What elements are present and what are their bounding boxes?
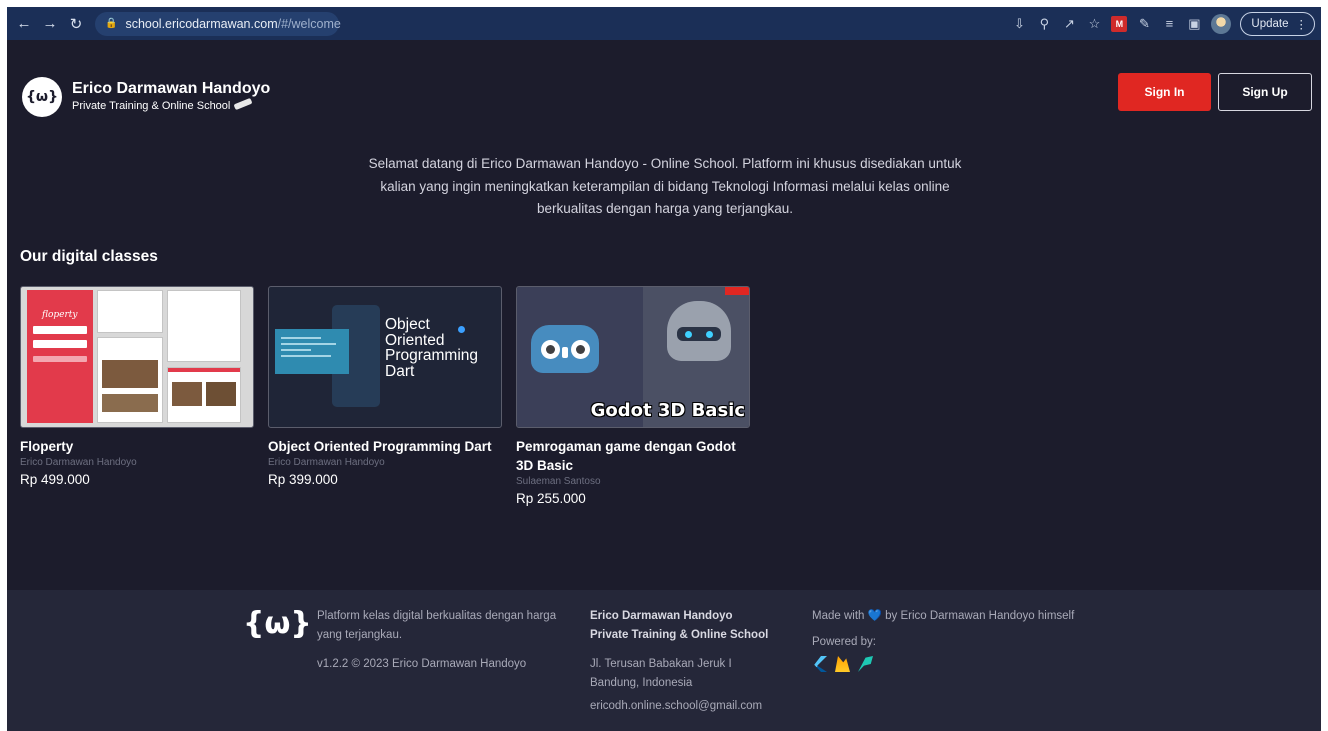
footer-tagline: Platform kelas digital berkualitas denga… xyxy=(317,610,557,641)
address-bar[interactable]: 🔒 school.ericodarmawan.com/#/welcome xyxy=(95,11,341,36)
extension-icon[interactable]: M xyxy=(1111,15,1128,32)
reading-list-icon[interactable]: ≡ xyxy=(1161,16,1177,32)
thumbnail-title: Godot 3D Basic xyxy=(590,400,745,421)
class-thumbnail[interactable]: floperty xyxy=(20,286,254,428)
class-author: Sulaeman Santoso xyxy=(516,476,601,487)
class-price: Rp 399.000 xyxy=(268,472,338,487)
corner-ribbon xyxy=(725,287,749,295)
robot-eye xyxy=(685,331,692,338)
class-card-oop-dart[interactable]: Object Oriented Programming Dart Object … xyxy=(268,286,502,487)
sign-in-button[interactable]: Sign In xyxy=(1118,73,1211,111)
house-image xyxy=(102,394,158,412)
toolbar-actions: ⇩ ⚲ ↗ ☆ M ✎ ≡ ▣ Update ⋮ xyxy=(1011,11,1315,36)
diploma-icon xyxy=(233,97,253,111)
class-price: Rp 499.000 xyxy=(20,472,90,487)
mock-input xyxy=(33,340,87,348)
mock-input xyxy=(33,326,87,334)
code-screen-graphic xyxy=(275,329,349,374)
mock-screen xyxy=(97,337,163,423)
class-author: Erico Darmawan Handoyo xyxy=(20,457,137,468)
footer-org-subtitle: Private Training & Online School xyxy=(590,629,769,641)
godot-logo-icon xyxy=(531,325,599,373)
url-host: school.ericodarmawan.com xyxy=(125,16,278,31)
eye-shape xyxy=(541,340,560,359)
site-footer: {ω} Platform kelas digital berkualitas d… xyxy=(7,590,1321,731)
footer-address-line2: Bandung, Indonesia xyxy=(590,677,693,689)
class-price: Rp 255.000 xyxy=(516,491,586,506)
code-line xyxy=(281,349,311,351)
footer-powered-by: Powered by: xyxy=(812,636,876,648)
footer-email[interactable]: ericodh.online.school@gmail.com xyxy=(590,697,810,716)
thumb-line: Dart xyxy=(385,362,415,380)
brand-subtitle: Private Training & Online School xyxy=(72,97,253,112)
mock-screen xyxy=(167,367,241,423)
phone-mockup: floperty xyxy=(27,290,93,423)
zoom-icon[interactable]: ⚲ xyxy=(1036,16,1052,32)
class-author: Erico Darmawan Handoyo xyxy=(268,457,385,468)
firebase-icon xyxy=(835,656,850,672)
url-path: /#/welcome xyxy=(277,16,341,31)
mock-header xyxy=(168,368,240,372)
floperty-logo: floperty xyxy=(42,310,78,320)
profile-avatar[interactable] xyxy=(1211,13,1232,34)
class-title[interactable]: Floperty xyxy=(20,437,254,456)
code-line xyxy=(281,343,336,345)
brand-title: Erico Darmawan Handoyo xyxy=(72,80,271,97)
class-thumbnail[interactable]: Godot 3D Basic xyxy=(516,286,750,428)
house-image xyxy=(102,360,158,388)
thumb-line: Programming xyxy=(385,347,479,364)
class-title[interactable]: Object Oriented Programming Dart xyxy=(268,437,502,456)
dart-logo-icon xyxy=(458,326,465,333)
puzzle-extensions-icon[interactable]: ✎ xyxy=(1136,16,1152,32)
sign-up-button[interactable]: Sign Up xyxy=(1218,73,1312,111)
footer-version: v1.2.2 © 2023 Erico Darmawan Handoyo xyxy=(317,658,527,670)
class-title[interactable]: Pemrogaman game dengan Godot 3D Basic xyxy=(516,437,746,475)
mock-screen xyxy=(97,290,163,333)
side-panel-icon[interactable]: ▣ xyxy=(1186,16,1202,32)
section-title: Our digital classes xyxy=(20,248,158,265)
code-line xyxy=(281,337,321,339)
footer-address-line1: Jl. Terusan Babakan Jeruk I xyxy=(590,658,732,670)
footer-logo: {ω} xyxy=(243,606,312,641)
lock-icon: 🔒 xyxy=(105,18,118,29)
code-line xyxy=(281,355,331,357)
kebab-menu-icon: ⋮ xyxy=(1295,18,1308,31)
footer-about: Platform kelas digital berkualitas denga… xyxy=(317,607,557,674)
footer-made-with: Made with 💙 by Erico Darmawan Handoyo hi… xyxy=(812,610,1075,622)
browser-window: ← → ↻ 🔒 school.ericodarmawan.com/#/welco… xyxy=(7,7,1321,731)
back-icon[interactable]: ← xyxy=(13,13,35,35)
class-card-godot[interactable]: Godot 3D Basic Pemrogaman game dengan Go… xyxy=(516,286,750,506)
class-card-floperty[interactable]: floperty Floperty Erico Darmawan Handoyo… xyxy=(20,286,254,487)
robot-eye xyxy=(706,331,713,338)
class-thumbnail[interactable]: Object Oriented Programming Dart xyxy=(268,286,502,428)
welcome-text: Selamat datang di Erico Darmawan Handoyo… xyxy=(368,156,962,216)
brand-logo[interactable]: {ω} xyxy=(22,77,62,117)
brand-subtitle-text: Private Training & Online School xyxy=(72,100,231,112)
nose-shape xyxy=(562,347,568,358)
share-icon[interactable]: ↗ xyxy=(1061,16,1077,32)
powered-by-icons xyxy=(812,656,1112,672)
reload-icon[interactable]: ↻ xyxy=(65,13,87,35)
mock-button xyxy=(33,356,87,362)
install-app-icon[interactable]: ⇩ xyxy=(1011,16,1027,32)
bookmark-star-icon[interactable]: ☆ xyxy=(1086,16,1102,32)
browser-toolbar: ← → ↻ 🔒 school.ericodarmawan.com/#/welco… xyxy=(7,7,1321,40)
eye-shape xyxy=(571,340,590,359)
mock-screen xyxy=(167,290,241,362)
update-button[interactable]: Update ⋮ xyxy=(1240,11,1315,36)
footer-org-name: Erico Darmawan Handoyo xyxy=(590,610,733,622)
house-image xyxy=(206,382,236,406)
footer-contact: Erico Darmawan Handoyo Private Training … xyxy=(590,607,810,716)
robot-visor xyxy=(677,327,721,341)
house-image xyxy=(172,382,202,406)
update-label: Update xyxy=(1251,17,1289,30)
forward-icon[interactable]: → xyxy=(39,13,61,35)
thumb-line: Oriented xyxy=(385,331,445,349)
hosting-icon xyxy=(858,656,873,672)
flutter-icon xyxy=(814,656,827,672)
footer-credits: Made with 💙 by Erico Darmawan Handoyo hi… xyxy=(812,607,1112,672)
robot-illustration xyxy=(667,301,731,361)
